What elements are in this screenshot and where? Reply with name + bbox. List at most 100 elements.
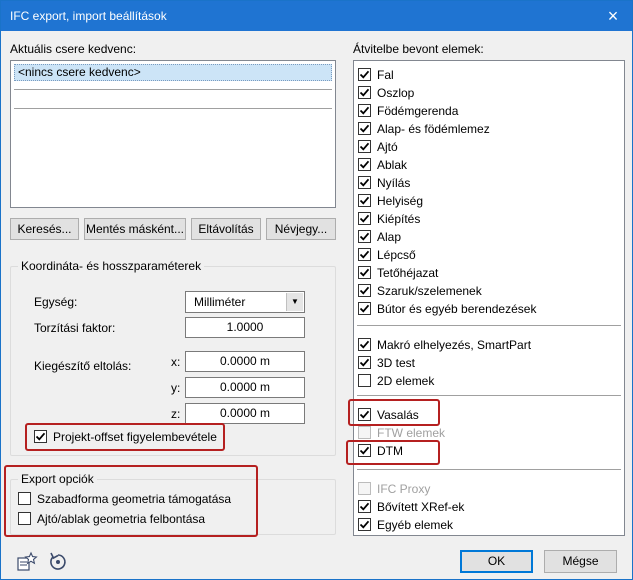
coords-group-title: Koordináta- és hosszparaméterek xyxy=(18,259,205,273)
panel-separator xyxy=(357,469,621,470)
checkbox-checked[interactable] xyxy=(358,140,371,153)
z-offset-input[interactable]: 0.0000 m xyxy=(185,403,305,424)
element-checkbox-kiépítés[interactable]: Kiépítés xyxy=(358,211,618,227)
element-checkbox-ifc-proxy: IFC Proxy xyxy=(358,481,618,497)
checkbox-checked[interactable] xyxy=(358,158,371,171)
ok-button[interactable]: OK xyxy=(460,550,533,573)
unit-dropdown[interactable]: Milliméter ▼ xyxy=(185,291,305,313)
list-item[interactable]: <nincs csere kedvenc> xyxy=(14,64,332,81)
element-checkbox-makró-elhelyezés-smartpart[interactable]: Makró elhelyezés, SmartPart xyxy=(358,337,618,353)
list-separator xyxy=(14,108,332,109)
checkbox-unchecked[interactable] xyxy=(358,374,371,387)
checkbox-checked[interactable] xyxy=(358,518,371,531)
element-checkbox-ajtó[interactable]: Ajtó xyxy=(358,139,618,155)
x-offset-input[interactable]: 0.0000 m xyxy=(185,351,305,372)
element-checkbox-tetőhéjazat[interactable]: Tetőhéjazat xyxy=(358,265,618,281)
cancel-button[interactable]: Mégse xyxy=(544,550,617,573)
element-label: Kiépítés xyxy=(377,212,421,226)
element-label: Szaruk/szelemenek xyxy=(377,284,482,298)
element-checkbox-fal[interactable]: Fal xyxy=(358,67,618,83)
element-label: Helyiség xyxy=(377,194,424,208)
element-checkbox-helyiség[interactable]: Helyiség xyxy=(358,193,618,209)
element-label: Lépcső xyxy=(377,248,416,262)
checkbox-checked[interactable] xyxy=(358,230,371,243)
element-label: Oszlop xyxy=(377,86,415,100)
element-label: Födémgerenda xyxy=(377,104,459,118)
element-checkbox-2d-elemek[interactable]: 2D elemek xyxy=(358,373,618,389)
checkbox-checked[interactable] xyxy=(358,500,371,513)
element-checkbox-ftw-elemek: FTW elemek xyxy=(358,425,618,441)
element-label: Makró elhelyezés, SmartPart xyxy=(377,338,532,352)
reset-icon[interactable] xyxy=(47,551,67,571)
highlight-box xyxy=(25,423,225,451)
checkbox-checked[interactable] xyxy=(358,302,371,315)
save-as-button[interactable]: Mentés másként... xyxy=(84,218,186,240)
element-label: 2D elemek xyxy=(377,374,435,388)
element-checkbox-lépcső[interactable]: Lépcső xyxy=(358,247,618,263)
element-checkbox-oszlop[interactable]: Oszlop xyxy=(358,85,618,101)
checkbox-checked[interactable] xyxy=(358,212,371,225)
list-separator xyxy=(14,89,332,90)
checkbox-checked[interactable] xyxy=(358,248,371,261)
distortion-label: Torzítási faktor: xyxy=(34,321,116,335)
dialog-window: IFC export, import beállítások × Aktuáli… xyxy=(0,0,633,580)
element-label: Nyílás xyxy=(377,176,411,190)
element-checkbox-szaruk-szelemenek[interactable]: Szaruk/szelemenek xyxy=(358,283,618,299)
checkbox-checked[interactable] xyxy=(358,176,371,189)
close-icon[interactable]: × xyxy=(602,5,624,27)
element-checkbox-ablak[interactable]: Ablak xyxy=(358,157,618,173)
element-label: Alap- és födémlemez xyxy=(377,122,490,136)
element-label: Tetőhéjazat xyxy=(377,266,439,280)
highlight-box xyxy=(348,399,440,426)
distortion-input[interactable]: 1.0000 xyxy=(185,317,305,338)
element-checkbox-bővített-xref-ek[interactable]: Bővített XRef-ek xyxy=(358,499,618,515)
element-label: FTW elemek xyxy=(377,426,446,440)
checkbox-checked[interactable] xyxy=(358,356,371,369)
element-label: IFC Proxy xyxy=(377,482,431,496)
info-button[interactable]: Névjegy... xyxy=(266,218,336,240)
panel-separator xyxy=(357,325,621,326)
favorites-label: Aktuális csere kedvenc: xyxy=(10,42,137,56)
element-checkbox-bútor-és-egyéb-berendezések[interactable]: Bútor és egyéb berendezések xyxy=(358,301,618,317)
checkbox-unchecked xyxy=(358,482,371,495)
search-button[interactable]: Keresés... xyxy=(10,218,79,240)
checkbox-checked[interactable] xyxy=(358,122,371,135)
z-label: z: xyxy=(171,407,181,421)
checkbox-checked[interactable] xyxy=(358,338,371,351)
elements-label: Átvitelbe bevont elemek: xyxy=(353,42,484,56)
favorites-list[interactable]: <nincs csere kedvenc> xyxy=(10,60,336,208)
x-label: x: xyxy=(171,355,181,369)
remove-button[interactable]: Eltávolítás xyxy=(191,218,261,240)
title-bar[interactable]: IFC export, import beállítások × xyxy=(1,1,632,31)
element-label: Ajtó xyxy=(377,140,398,154)
element-checkbox-egyéb-elemek[interactable]: Egyéb elemek xyxy=(358,517,618,533)
highlight-box xyxy=(346,440,440,465)
element-label: Egyéb elemek xyxy=(377,518,454,532)
element-checkbox-alap-és-födémlemez[interactable]: Alap- és födémlemez xyxy=(358,121,618,137)
checkbox-checked[interactable] xyxy=(358,104,371,117)
window-title: IFC export, import beállítások xyxy=(10,9,167,23)
checkbox-checked[interactable] xyxy=(358,86,371,99)
element-label: Fal xyxy=(377,68,394,82)
favorites-star-icon[interactable] xyxy=(16,551,38,571)
y-offset-input[interactable]: 0.0000 m xyxy=(185,377,305,398)
element-label: Bővített XRef-ek xyxy=(377,500,465,514)
element-label: 3D test xyxy=(377,356,416,370)
panel-separator xyxy=(357,395,621,396)
checkbox-checked[interactable] xyxy=(358,284,371,297)
highlight-box xyxy=(4,465,258,537)
element-checkbox-3d-test[interactable]: 3D test xyxy=(358,355,618,371)
element-checkbox-födémgerenda[interactable]: Födémgerenda xyxy=(358,103,618,119)
checkbox-checked[interactable] xyxy=(358,68,371,81)
element-checkbox-nyílás[interactable]: Nyílás xyxy=(358,175,618,191)
element-label: Ablak xyxy=(377,158,408,172)
offset-label: Kiegészítő eltolás: xyxy=(34,359,132,373)
checkbox-checked[interactable] xyxy=(358,194,371,207)
unit-label: Egység: xyxy=(34,295,78,309)
chevron-down-icon[interactable]: ▼ xyxy=(286,293,303,311)
element-label: Alap xyxy=(377,230,402,244)
checkbox-checked[interactable] xyxy=(358,266,371,279)
element-checkbox-alap[interactable]: Alap xyxy=(358,229,618,245)
element-label: Bútor és egyéb berendezések xyxy=(377,302,537,316)
unit-value: Milliméter xyxy=(194,295,246,309)
